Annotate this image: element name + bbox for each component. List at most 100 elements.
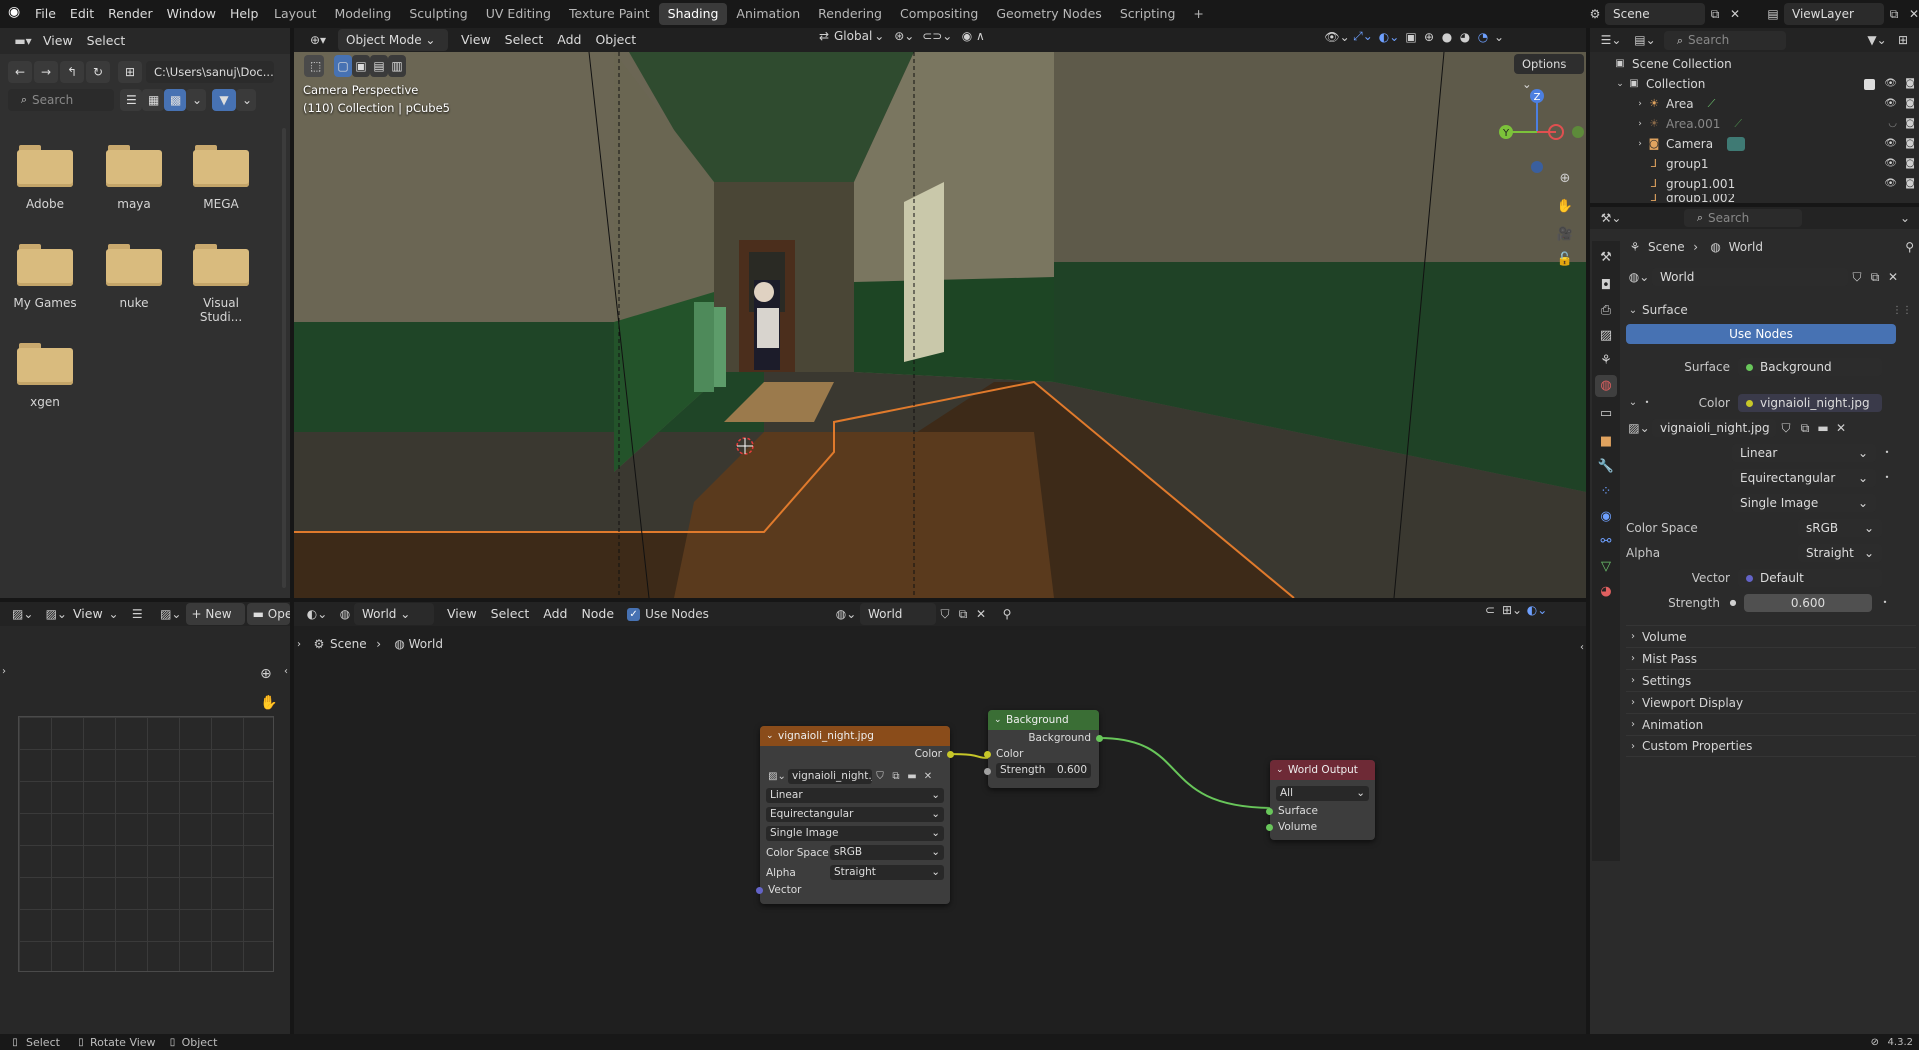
lock-icon[interactable]: 🔓 <box>1554 249 1576 271</box>
chevron-down-icon[interactable]: ⌄ <box>1626 393 1640 413</box>
menu-edit[interactable]: Edit <box>63 3 101 25</box>
chevron-down-icon[interactable]: ⌄ <box>1897 211 1913 225</box>
expand-toolbar-icon[interactable]: › <box>2 666 6 677</box>
world-output-node[interactable]: ⌄ World Output All ⌄ Surface Volume <box>1266 760 1375 840</box>
outliner-item-area-001[interactable]: › ☀ Area.001 ⟋ ◡ ◙ <box>1590 114 1919 134</box>
output-socket[interactable] <box>1096 735 1103 742</box>
new-folder-icon[interactable]: ⊞ <box>118 61 142 83</box>
camera-render-icon[interactable]: ◙ <box>1905 96 1915 112</box>
scene-field[interactable]: Scene <box>1605 3 1705 25</box>
outliner-item-area[interactable]: › ☀ Area ⟋ 👁 ◙ <box>1590 94 1919 114</box>
ie-image-icon[interactable]: ▨⌄ <box>158 607 184 621</box>
select-extend-icon[interactable]: ▣ <box>352 55 370 77</box>
camera-render-icon[interactable]: ◙ <box>1905 176 1915 192</box>
parent-dir-icon[interactable]: ↰ <box>60 61 84 83</box>
chevron-down-icon[interactable]: ⌄ <box>107 607 121 621</box>
open-folder-icon[interactable]: ▬ <box>904 771 920 782</box>
filter-dropdown-icon[interactable]: ⌄ <box>236 89 256 111</box>
collection-tab-icon[interactable]: ▭ <box>1595 403 1617 425</box>
pin-icon[interactable]: ⚲ <box>1905 240 1914 254</box>
detail-view-icon[interactable]: ▦ <box>142 89 164 111</box>
input-socket[interactable] <box>984 751 991 758</box>
node-header[interactable]: ⌄ vignaioli_night.jpg <box>760 726 950 746</box>
projection-dropdown[interactable]: Equirectangular ⌄ <box>1732 469 1876 487</box>
outliner-item-group1-002[interactable]: ⅃ group1.002 <box>1590 194 1919 202</box>
drag-handle-icon[interactable]: ⋮⋮ <box>1892 305 1912 316</box>
open-image-button[interactable]: ▬ Ope <box>246 603 291 625</box>
keyframe-dot-icon[interactable]: • <box>1880 443 1894 463</box>
target-dropdown[interactable]: All ⌄ <box>1276 786 1369 801</box>
eye-hidden-icon[interactable]: ◡ <box>1888 116 1897 132</box>
surface-panel-header[interactable]: ⌄ Surface ⋮⋮ <box>1626 299 1916 321</box>
filter-icon[interactable]: ▼ <box>212 89 236 111</box>
material-shading-icon[interactable]: ◕ <box>1456 30 1474 44</box>
new-collection-icon[interactable]: ⊞ <box>1893 33 1913 47</box>
menu-help[interactable]: Help <box>223 3 266 25</box>
camera-render-icon[interactable]: ◙ <box>1905 136 1915 152</box>
chevron-right-icon[interactable]: › <box>1634 116 1646 132</box>
vp-menu-object[interactable]: Object <box>588 29 643 51</box>
new-image-button[interactable]: + New <box>185 603 245 625</box>
uv-grid[interactable] <box>18 716 274 972</box>
properties-type-icon[interactable]: ⚒⌄ <box>1598 211 1624 225</box>
camera-view-icon[interactable]: 🎥 <box>1554 224 1576 246</box>
tool-tab-icon[interactable]: ⚒ <box>1595 247 1617 269</box>
gizmo-neg-z[interactable] <box>1531 161 1543 173</box>
overlay-icon[interactable]: ◐⌄ <box>1376 30 1402 44</box>
colorspace-dropdown[interactable]: sRGB ⌄ <box>1798 519 1882 537</box>
pivot-icon[interactable]: ⊛⌄ <box>892 29 916 43</box>
delete-viewlayer-icon[interactable]: ✕ <box>1904 7 1919 21</box>
strength-field[interactable]: 0.600 <box>1744 594 1872 612</box>
outliner-item-group1[interactable]: ⅃ group1 👁 ◙ <box>1590 154 1919 174</box>
volume-panel-header[interactable]: › Volume <box>1626 625 1916 647</box>
select-new-icon[interactable]: ▢ <box>334 55 352 77</box>
menu-lines-icon[interactable]: ☰ <box>126 607 148 621</box>
projection-dropdown[interactable]: Equirectangular ⌄ <box>766 807 944 822</box>
viewlayer-field[interactable]: ViewLayer <box>1784 3 1884 25</box>
colorspace-dropdown[interactable]: sRGB ⌄ <box>830 845 944 860</box>
new-viewlayer-icon[interactable]: ⧉ <box>1884 7 1904 22</box>
alpha-dropdown[interactable]: Straight ⌄ <box>1798 544 1882 562</box>
fake-user-shield-icon[interactable]: ⛉ <box>1848 270 1866 285</box>
fake-user-shield-icon[interactable]: ⛉ <box>872 771 888 782</box>
image-browse-icon[interactable]: ▨⌄ <box>1626 418 1652 438</box>
collapse-icon[interactable]: ⌄ <box>766 726 774 746</box>
select-tool-icon[interactable]: ⬚ <box>304 55 324 77</box>
fb-scrollbar[interactable] <box>282 128 286 588</box>
snap-icon[interactable]: ⊂⊃⌄ <box>920 29 954 43</box>
world-browse-icon[interactable]: ◍⌄ <box>1626 270 1652 284</box>
folder-item[interactable]: My Games <box>5 244 85 310</box>
scene-tab-icon[interactable]: ⚘ <box>1595 350 1617 372</box>
settings-panel-header[interactable]: › Settings <box>1626 669 1916 691</box>
material-tab-icon[interactable]: ◕ <box>1595 581 1617 603</box>
duplicate-icon[interactable]: ⧉ <box>1796 418 1814 438</box>
thumbnail-view-icon[interactable]: ▩ <box>164 89 186 111</box>
animation-panel-header[interactable]: › Animation <box>1626 713 1916 735</box>
world-name-field[interactable]: World <box>1652 268 1848 286</box>
menu-file[interactable]: File <box>28 3 63 25</box>
interpolation-dropdown[interactable]: Linear ⌄ <box>766 788 944 803</box>
collapse-icon[interactable]: ⌄ <box>1276 760 1284 780</box>
viewlayer-icon[interactable]: ▤ <box>1762 7 1784 21</box>
vp-menu-view[interactable]: View <box>454 29 498 51</box>
pan-hand-icon[interactable]: ✋ <box>1554 196 1576 218</box>
ie-mode-icon[interactable]: ▨⌄ <box>44 607 70 621</box>
wireframe-shading-icon[interactable]: ⊕ <box>1420 30 1438 44</box>
tab-rendering[interactable]: Rendering <box>809 3 891 25</box>
eye-icon[interactable]: 👁 <box>1884 76 1897 92</box>
options-dropdown[interactable]: Options ⌄ <box>1514 54 1584 91</box>
unlink-icon[interactable]: ✕ <box>1884 270 1902 284</box>
folder-item[interactable]: xgen <box>5 343 85 409</box>
fake-user-shield-icon[interactable]: ⛉ <box>1776 418 1796 438</box>
refresh-icon[interactable]: ↻ <box>86 61 110 83</box>
object-mode-dropdown[interactable]: Object Mode ⌄ <box>338 29 448 51</box>
delete-scene-icon[interactable]: ✕ <box>1725 7 1745 21</box>
new-scene-icon[interactable]: ⧉ <box>1705 7 1725 22</box>
folder-item[interactable]: nuke <box>94 244 174 310</box>
data-tab-icon[interactable]: ▽ <box>1595 556 1617 578</box>
chevron-right-icon[interactable]: › <box>1634 96 1646 112</box>
chevron-right-icon[interactable]: › <box>1634 136 1646 152</box>
menu-render[interactable]: Render <box>101 3 160 25</box>
sort-dropdown-icon[interactable]: ⌄ <box>186 89 206 111</box>
proportional-edit-icon[interactable]: ◉ ∧ <box>958 29 988 43</box>
